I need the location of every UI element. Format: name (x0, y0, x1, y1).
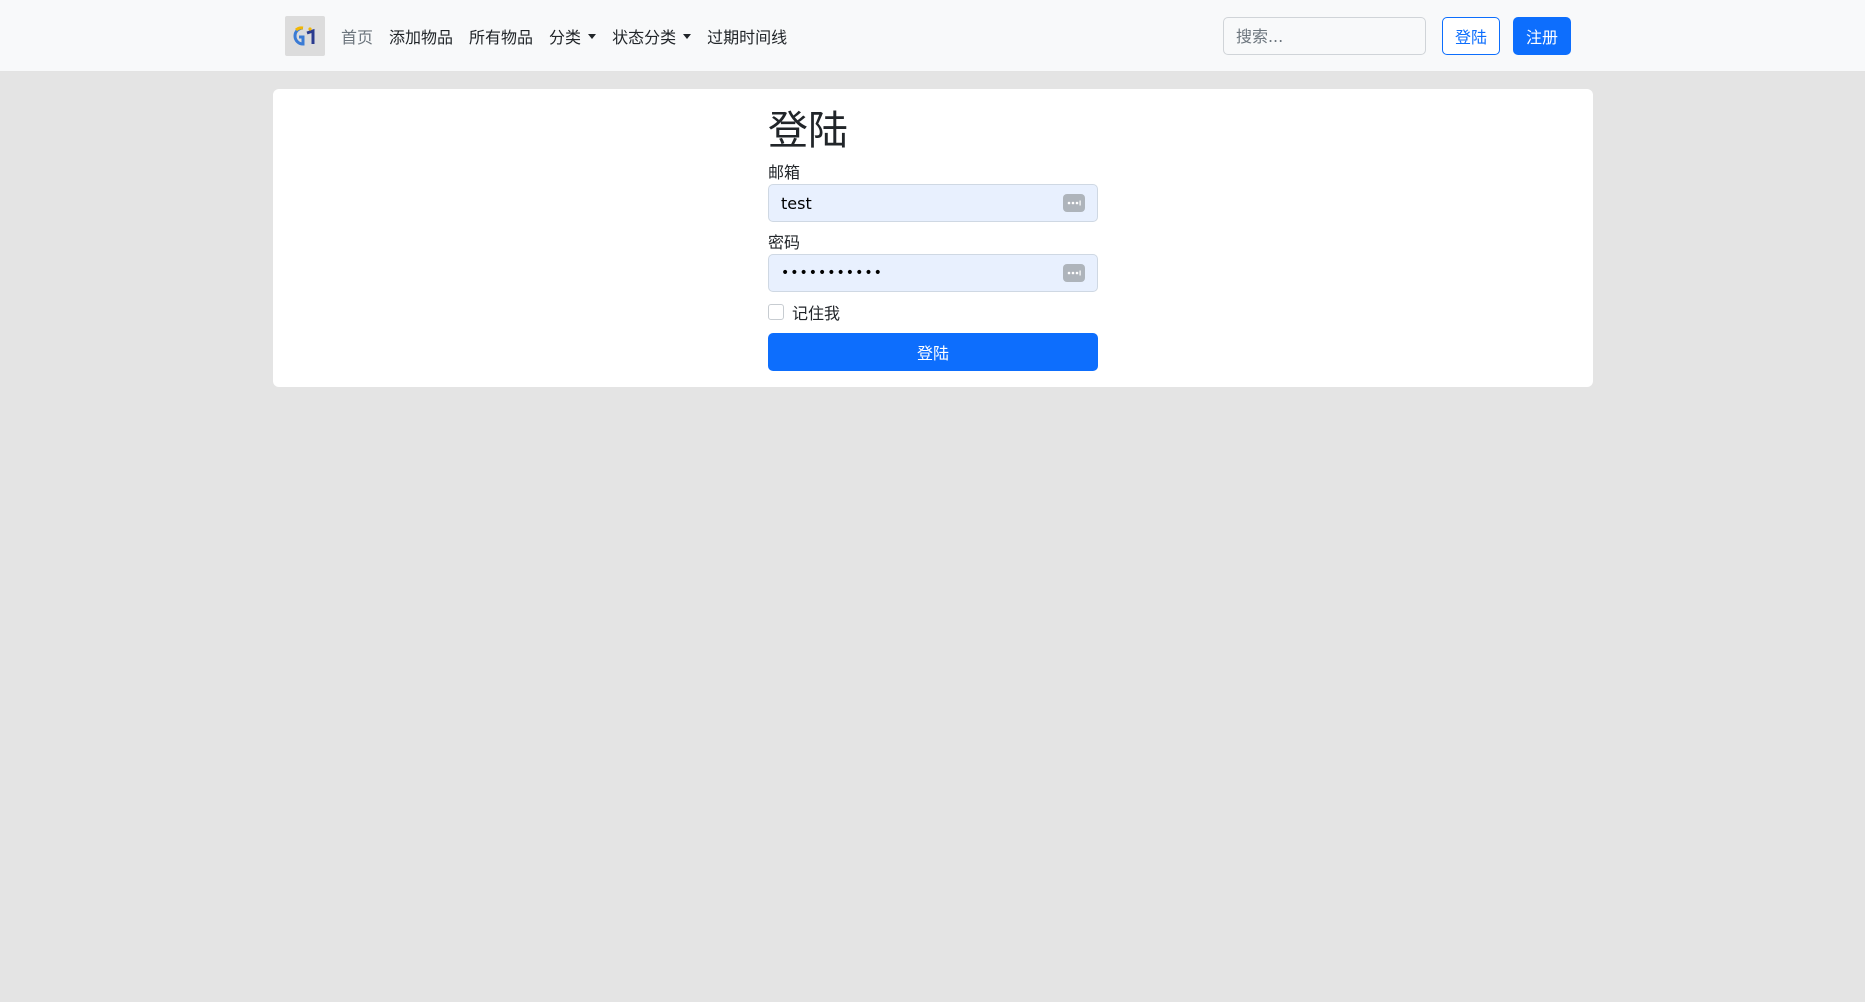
caret-down-icon (588, 33, 597, 39)
caret-down-icon (683, 33, 692, 39)
nav-home[interactable]: 首页 (333, 16, 381, 56)
email-label: 邮箱 (768, 163, 801, 182)
navbar-actions: 登陆 注册 (1222, 0, 1571, 72)
nav-expiry-timeline[interactable]: 过期时间线 (699, 16, 795, 56)
nav-category-label: 分类 (549, 28, 582, 47)
register-button[interactable]: 注册 (1512, 17, 1571, 55)
nav-category-dropdown[interactable]: 分类 (541, 16, 604, 56)
email-value: test (781, 193, 812, 213)
page-title: 登陆 (768, 108, 848, 154)
autofill-key-icon[interactable] (1063, 264, 1085, 282)
remember-me-row: 记住我 (768, 300, 840, 324)
login-card: 登陆 邮箱 test 密码 ••••••••••• 记住我 登陆 (273, 89, 1593, 387)
nav-links: 首页 添加物品 所有物品 分类 状态分类 过期时间线 (333, 0, 795, 72)
nav-status-category-label: 状态分类 (612, 28, 677, 47)
app-logo-icon[interactable] (285, 16, 325, 56)
nav-all-items[interactable]: 所有物品 (461, 16, 541, 56)
top-navbar: 首页 添加物品 所有物品 分类 状态分类 过期时间线 登陆 注册 (0, 0, 1865, 72)
remember-me-checkbox[interactable] (768, 304, 784, 320)
autofill-dots (1067, 200, 1081, 206)
autofill-dots (1067, 270, 1081, 276)
submit-login-button[interactable]: 登陆 (768, 333, 1098, 371)
autofill-key-icon[interactable] (1063, 194, 1085, 212)
search-input[interactable] (1222, 17, 1426, 55)
password-label: 密码 (768, 233, 801, 252)
remember-me-label[interactable]: 记住我 (792, 300, 840, 324)
email-field[interactable]: test (768, 184, 1098, 222)
nav-add-item[interactable]: 添加物品 (381, 16, 461, 56)
nav-status-category-dropdown[interactable]: 状态分类 (604, 16, 699, 56)
logo-graphic (293, 26, 315, 46)
password-value: ••••••••••• (781, 265, 883, 281)
login-button[interactable]: 登陆 (1441, 17, 1500, 55)
password-field[interactable]: ••••••••••• (768, 254, 1098, 292)
navbar-container: 首页 添加物品 所有物品 分类 状态分类 过期时间线 登陆 注册 (285, 0, 1581, 72)
